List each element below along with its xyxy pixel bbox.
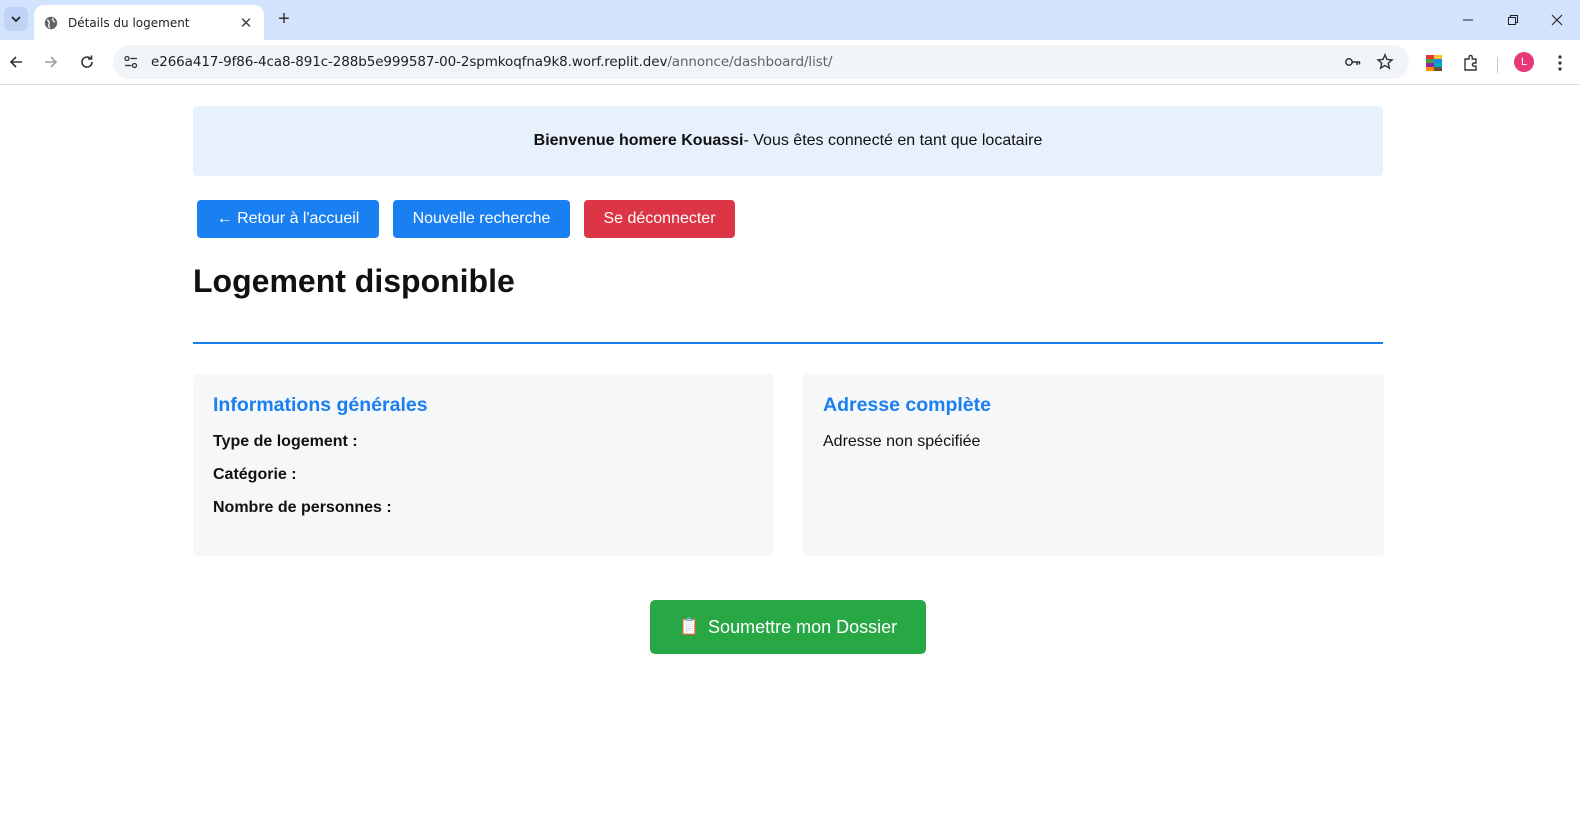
- tab-title: Détails du logement: [68, 15, 190, 30]
- url-path: /annonce/dashboard/list/: [667, 54, 833, 70]
- address-heading: Adresse complète: [823, 394, 991, 416]
- page-title: Logement disponible: [193, 263, 515, 299]
- housing-type-label: Type de logement :: [213, 433, 358, 450]
- kebab-menu-icon[interactable]: [1550, 53, 1570, 73]
- home-button[interactable]: ← Retour à l'accueil: [197, 200, 379, 238]
- restore-icon[interactable]: [1503, 10, 1523, 30]
- clipboard-icon: 📋: [678, 617, 701, 636]
- address-bar[interactable]: e266a417-9f86-4ca8-891c-288b5e999587-00-…: [113, 45, 1409, 79]
- page-content: Bienvenue homere Kouassi - Vous êtes con…: [0, 86, 1580, 838]
- address-card: Adresse complète Adresse non spécifiée: [803, 374, 1384, 556]
- submit-dossier-label: Soumettre mon Dossier: [708, 616, 898, 637]
- minimize-icon[interactable]: [1458, 10, 1478, 30]
- tab-search-button[interactable]: [4, 7, 28, 31]
- new-tab-button[interactable]: +: [274, 9, 294, 30]
- welcome-banner: Bienvenue homere Kouassi - Vous êtes con…: [193, 106, 1383, 176]
- toolbar-separator: [1497, 57, 1498, 73]
- logout-button[interactable]: Se déconnecter: [584, 200, 735, 238]
- general-info-card: Informations générales Type de logement …: [193, 374, 774, 556]
- back-arrow-icon[interactable]: [5, 51, 27, 73]
- category-label: Catégorie :: [213, 466, 297, 483]
- action-buttons: ← Retour à l'accueil Nouvelle recherche …: [193, 200, 1383, 240]
- browser-tab-bar: Détails du logement ✕ +: [0, 0, 1580, 40]
- title-divider: [193, 342, 1383, 344]
- welcome-name: Bienvenue homere Kouassi: [533, 132, 744, 149]
- tab-close-icon[interactable]: ✕: [238, 14, 254, 32]
- password-key-icon[interactable]: [1343, 52, 1363, 72]
- globe-icon: [44, 16, 58, 29]
- chevron-down-icon: [11, 16, 21, 23]
- profile-avatar[interactable]: L: [1514, 52, 1534, 72]
- url-text: e266a417-9f86-4ca8-891c-288b5e999587-00-…: [151, 54, 832, 70]
- browser-toolbar: e266a417-9f86-4ca8-891c-288b5e999587-00-…: [0, 40, 1580, 85]
- extensions-puzzle-icon[interactable]: [1461, 53, 1481, 73]
- color-extension-icon[interactable]: [1424, 53, 1444, 73]
- general-info-heading: Informations générales: [213, 394, 428, 416]
- new-search-button[interactable]: Nouvelle recherche: [393, 200, 570, 238]
- welcome-message: - Vous êtes connecté en tant que locatai…: [743, 132, 1043, 149]
- close-window-icon[interactable]: [1547, 10, 1567, 30]
- reload-icon[interactable]: [76, 51, 98, 73]
- site-settings-icon[interactable]: [121, 52, 141, 72]
- url-host: e266a417-9f86-4ca8-891c-288b5e999587-00-…: [151, 54, 668, 70]
- address-value: Adresse non spécifiée: [823, 433, 981, 450]
- forward-arrow-icon[interactable]: [40, 51, 62, 73]
- browser-tab-active[interactable]: Détails du logement ✕: [34, 5, 264, 40]
- bookmark-star-icon[interactable]: [1375, 52, 1395, 72]
- persons-count-label: Nombre de personnes :: [213, 499, 392, 516]
- submit-dossier-button[interactable]: 📋 Soumettre mon Dossier: [650, 600, 926, 654]
